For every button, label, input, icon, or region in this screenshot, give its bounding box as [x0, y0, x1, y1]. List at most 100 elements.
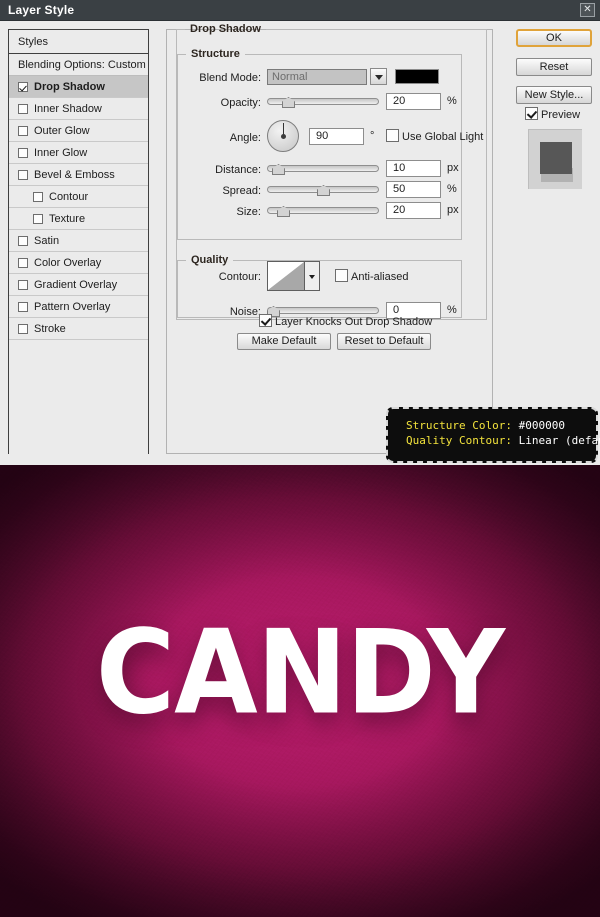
blending-options-row[interactable]: Blending Options: Custom	[9, 54, 148, 76]
tooltip-line-2-key: Quality Contour:	[406, 434, 512, 447]
anti-aliased-checkbox[interactable]	[335, 269, 348, 282]
contour-dropdown-icon[interactable]	[305, 261, 320, 291]
checkbox-icon[interactable]	[18, 148, 28, 158]
spread-label: Spread:	[222, 185, 261, 197]
layer-knocks-out-checkbox[interactable]	[259, 314, 272, 327]
checkbox-icon[interactable]	[18, 170, 28, 180]
shadow-color-swatch[interactable]	[395, 69, 439, 84]
chevron-down-icon[interactable]	[370, 68, 387, 85]
settings-panel: Drop Shadow Structure Quality Blend Mode…	[166, 23, 493, 454]
checkbox-icon[interactable]	[33, 214, 43, 224]
spread-slider[interactable]	[267, 182, 379, 198]
sidebar-item-inner-glow[interactable]: Inner Glow	[9, 142, 148, 164]
new-style-button[interactable]: New Style...	[516, 86, 592, 104]
checkbox-icon[interactable]	[18, 258, 28, 268]
quality-legend: Quality	[191, 254, 229, 266]
linear-contour-icon	[268, 262, 304, 290]
styles-list-panel: Styles Blending Options: Custom Drop Sha…	[8, 29, 149, 763]
preview-square-shape	[540, 142, 572, 174]
layer-style-window: Layer Style ✕ Styles Blending Options: C…	[0, 0, 600, 917]
sidebar-item-inner-shadow[interactable]: Inner Shadow	[9, 98, 148, 120]
blend-mode-select[interactable]: Normal	[267, 69, 367, 85]
sidebar-item-gradient-overlay[interactable]: Gradient Overlay	[9, 274, 148, 296]
opacity-slider[interactable]	[267, 94, 379, 110]
slider-track	[267, 307, 379, 314]
contour-label: Contour:	[218, 271, 261, 283]
make-default-button[interactable]: Make Default	[237, 333, 331, 350]
sidebar-item-pattern-overlay[interactable]: Pattern Overlay	[9, 296, 148, 318]
tooltip-line-2: Quality Contour: Linear (default)	[406, 433, 600, 448]
opacity-unit: %	[447, 95, 457, 107]
use-global-light-label: Use Global Light	[402, 131, 484, 143]
blending-options-label: Blending Options: Custom	[18, 59, 146, 71]
sidebar-item-contour[interactable]: Contour	[9, 186, 148, 208]
angle-hub	[281, 134, 286, 139]
artwork-text-wrap: CANDY	[0, 465, 600, 917]
reset-to-default-button[interactable]: Reset to Default	[337, 333, 431, 350]
noise-row: Noise:	[167, 303, 261, 321]
window-title: Layer Style	[8, 3, 75, 17]
checkbox-icon[interactable]	[18, 302, 28, 312]
distance-unit: px	[447, 162, 459, 174]
sidebar-item-label: Stroke	[34, 323, 66, 335]
annotation-tooltip: Structure Color: #000000 Quality Contour…	[386, 407, 600, 463]
sidebar-item-color-overlay[interactable]: Color Overlay	[9, 252, 148, 274]
reset-button[interactable]: Reset	[516, 58, 592, 76]
sidebar-item-outer-glow[interactable]: Outer Glow	[9, 120, 148, 142]
drop-shadow-legend: Drop Shadow	[190, 23, 261, 35]
layer-knocks-out-label: Layer Knocks Out Drop Shadow	[275, 316, 433, 328]
angle-label: Angle:	[229, 132, 261, 144]
angle-unit: °	[370, 130, 375, 142]
sidebar-item-label: Color Overlay	[34, 257, 102, 269]
sidebar-item-label: Texture	[49, 213, 86, 225]
preview-checkbox[interactable]	[525, 107, 538, 120]
size-slider[interactable]	[267, 203, 379, 219]
opacity-input[interactable]: 20	[386, 93, 441, 110]
dialog-body: Styles Blending Options: Custom Drop Sha…	[0, 21, 600, 763]
structure-legend: Structure	[191, 48, 240, 60]
spread-row: Spread:	[167, 182, 261, 200]
sidebar-item-bevel-emboss[interactable]: Bevel & Emboss	[9, 164, 148, 186]
checkbox-icon[interactable]	[33, 192, 43, 202]
use-global-light-checkbox[interactable]	[386, 129, 399, 142]
sidebar-item-label: Contour	[49, 191, 89, 203]
blend-mode-value: Normal	[272, 71, 308, 83]
sidebar-item-texture[interactable]: Texture	[9, 208, 148, 230]
opacity-label: Opacity:	[220, 97, 261, 109]
distance-slider[interactable]	[267, 161, 379, 177]
checkbox-icon[interactable]	[18, 324, 28, 334]
contour-row: Contour:	[167, 268, 261, 286]
sidebar-item-label: Pattern Overlay	[34, 301, 111, 313]
size-input[interactable]: 20	[386, 202, 441, 219]
ok-button[interactable]: OK	[516, 29, 592, 47]
distance-input[interactable]: 10	[386, 160, 441, 177]
sidebar-item-stroke[interactable]: Stroke	[9, 318, 148, 340]
sidebar-item-label: Outer Glow	[34, 125, 90, 137]
close-icon[interactable]: ✕	[580, 3, 595, 17]
blend-mode-label: Blend Mode:	[199, 72, 261, 84]
angle-input[interactable]: 90	[309, 128, 364, 145]
contour-preview[interactable]	[267, 261, 305, 291]
checkbox-icon[interactable]	[18, 82, 28, 92]
sidebar-item-drop-shadow[interactable]: Drop Shadow	[9, 76, 148, 98]
sidebar-item-label: Satin	[34, 235, 60, 247]
checkbox-icon[interactable]	[18, 236, 28, 246]
anti-aliased-label: Anti-aliased	[351, 271, 409, 283]
checkbox-icon[interactable]	[18, 104, 28, 114]
checkbox-icon[interactable]	[18, 280, 28, 290]
sidebar-item-label: Gradient Overlay	[34, 279, 118, 291]
sidebar-item-label: Bevel & Emboss	[34, 169, 115, 181]
spread-input[interactable]: 50	[386, 181, 441, 198]
tooltip-line-1-key: Structure Color:	[406, 419, 512, 432]
size-unit: px	[447, 204, 459, 216]
noise-unit: %	[447, 304, 457, 316]
sidebar-item-label: Inner Shadow	[34, 103, 102, 115]
artwork-text: CANDY	[95, 606, 505, 740]
distance-row: Distance:	[167, 161, 261, 179]
opacity-row: Opacity:	[167, 94, 261, 112]
sidebar-item-label: Drop Shadow	[34, 81, 105, 93]
size-label: Size:	[236, 206, 261, 218]
angle-dial[interactable]	[267, 120, 299, 152]
checkbox-icon[interactable]	[18, 126, 28, 136]
sidebar-item-satin[interactable]: Satin	[9, 230, 148, 252]
